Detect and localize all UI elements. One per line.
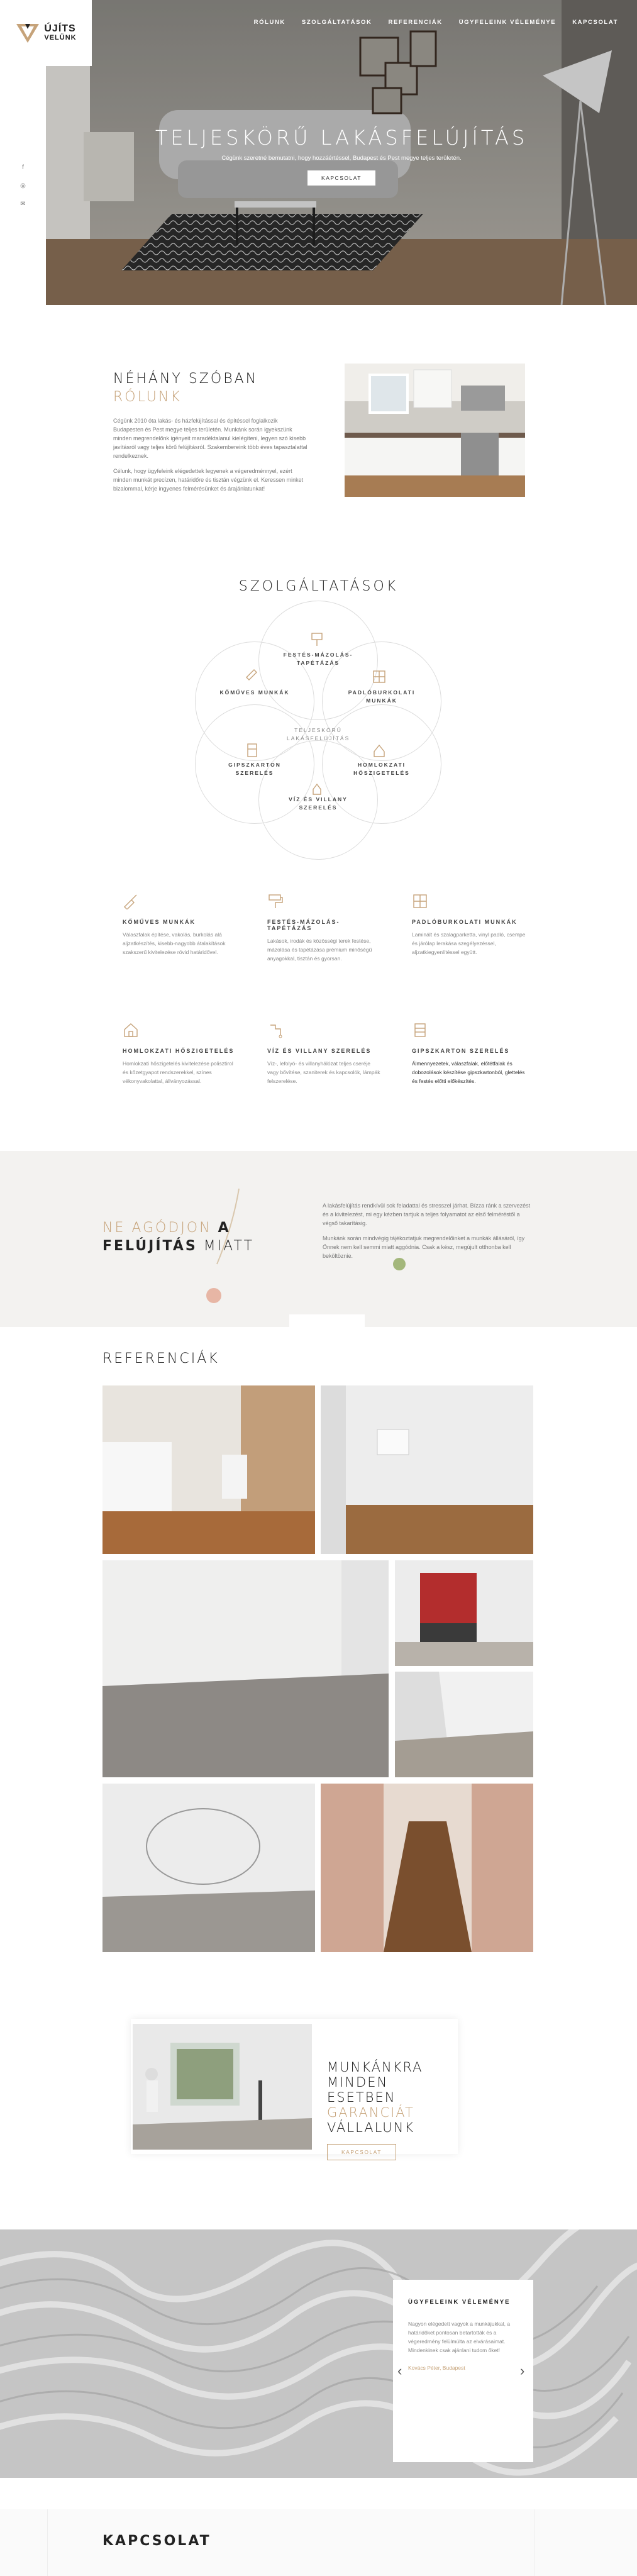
service-title: HOMLOKZATI HŐSZIGETELÉS <box>123 1048 235 1054</box>
logo-line1: ÚJÍTS <box>44 23 76 34</box>
testimonials-section: ÜGYFELEINK VÉLEMÉNYE Nagyon elégedett va… <box>0 2229 637 2478</box>
guarantee-contact-button[interactable]: KAPCSOLAT <box>327 2144 396 2160</box>
gallery-photo-grey-floor[interactable] <box>102 1560 389 1777</box>
service-title: KŐMŰVES MUNKÁK <box>123 919 196 925</box>
gallery-photo-ceiling-room[interactable] <box>102 1784 315 1952</box>
service-text: Válaszfalak építése, vakolás, burkolás a… <box>123 931 226 955</box>
about-paragraph-1: Cégünk 2010 óta lakás- és házfelújítássa… <box>113 418 307 459</box>
plumbing-icon <box>270 1024 282 1038</box>
floor-tiles-icon <box>413 894 427 908</box>
testimonial-prev-button[interactable]: ‹ <box>397 2363 402 2379</box>
hero-contact-button[interactable]: KAPCSOLAT <box>307 170 375 186</box>
nav-item-kapcsolat[interactable]: KAPCSOLAT <box>572 19 618 26</box>
trowel-icon <box>124 894 137 910</box>
service-item-homlokzat: HOMLOKZATI HŐSZIGETELÉS Homlokzati hőszi… <box>123 1022 236 1085</box>
worry-paragraph-2: Munkánk során mindvégig tájékoztatjuk me… <box>323 1235 525 1259</box>
service-item-festes: FESTÉS-MÁZOLÁS-TAPÉTÁZÁS Lakások, irodák… <box>267 893 380 963</box>
guarantee-card: MUNKÁNKRA MINDEN ESETBEN GARANCIÁT VÁLLA… <box>131 2019 458 2160</box>
logo-line2: VELÜNK <box>44 33 77 42</box>
worry-title-dark: A <box>218 1220 231 1236</box>
facade-icon <box>124 1023 138 1037</box>
plaster-texture-background <box>0 2229 637 2478</box>
services-circle-diagram: FESTÉS-MÁZOLÁS-TAPÉTÁZÁS KŐMŰVES MUNKÁK … <box>189 601 448 860</box>
references-title: REFERENCIÁK <box>102 1351 219 1367</box>
about-kitchen-photo <box>345 364 525 497</box>
service-text: Lakások, irodák és közösségi terek festé… <box>267 938 372 962</box>
service-title: VÍZ ÉS VILLANY SZERELÉS <box>267 1048 372 1054</box>
about-title-line2: RÓLUNK <box>113 389 182 405</box>
logo-mark-icon <box>16 23 40 43</box>
about-paragraph-2: Célunk, hogy ügyfeleink elégedettek legy… <box>113 468 304 492</box>
nav-item-szolgaltatasok[interactable]: SZOLGÁLTATÁSOK <box>302 19 372 26</box>
social-sidebar: f ◎ ✉ <box>0 66 46 305</box>
guarantee-photo <box>133 2024 312 2150</box>
guarantee-title-line1: MUNKÁNKRA MINDEN <box>327 2060 423 2090</box>
header: ÚJÍTS VELÜNK RÓLUNK SZOLGÁLTATÁSOK REFER… <box>0 0 637 66</box>
service-title: FESTÉS-MÁZOLÁS-TAPÉTÁZÁS <box>267 919 340 931</box>
gallery-photo-wooden-hallway[interactable] <box>321 1784 533 1952</box>
worry-paragraph-1: A lakásfelújítás rendkívül sok feladatta… <box>323 1202 531 1226</box>
paint-roller-icon <box>269 894 283 908</box>
testimonial-next-button[interactable]: › <box>520 2363 524 2379</box>
gallery-photo-hallway-light[interactable] <box>395 1672 533 1777</box>
drywall-icon <box>414 1023 426 1037</box>
email-icon[interactable]: ✉ <box>20 201 25 208</box>
instagram-icon[interactable]: ◎ <box>20 182 26 189</box>
testimonial-text: Nagyon elégedett vagyok a munkájukkal, a… <box>408 2321 511 2353</box>
service-item-komuves: KŐMŰVES MUNKÁK Válaszfalak építése, vako… <box>123 893 236 957</box>
worry-title-bold: FELÚJÍTÁS <box>102 1238 197 1254</box>
testimonial-card: ÜGYFELEINK VÉLEMÉNYE Nagyon elégedett va… <box>393 2280 533 2462</box>
guarantee-title-line3: VÁLLALUNK <box>327 2120 415 2135</box>
worry-title-gold: NE AGÓDJON <box>102 1220 212 1236</box>
service-text: Álmennyezetek, válaszfalak, előtétfalak … <box>412 1060 525 1084</box>
service-item-padlo: PADLÓBURKOLATI MUNKÁK Laminált és szalag… <box>412 893 531 957</box>
contact-title: KAPCSOLAT <box>102 2533 211 2549</box>
worry-title-end: MIATT <box>203 1238 255 1254</box>
gallery-photo-empty-room[interactable] <box>321 1385 533 1554</box>
nav-item-referenciak[interactable]: REFERENCIÁK <box>389 19 443 26</box>
service-text: Víz-, lefolyó- és villanyhálózat teljes … <box>267 1060 380 1084</box>
about-title-line1: NÉHÁNY SZÓBAN <box>113 371 258 387</box>
service-item-viz: VÍZ ÉS VILLANY SZERELÉS Víz-, lefolyó- é… <box>267 1022 380 1085</box>
service-title: PADLÓBURKOLATI MUNKÁK <box>412 919 518 925</box>
worry-background-photo <box>0 1151 637 1327</box>
service-item-gipsz: GIPSZKARTON SZERELÉS Álmennyezetek, vála… <box>412 1022 531 1085</box>
testimonial-title: ÜGYFELEINK VÉLEMÉNYE <box>408 2299 511 2306</box>
hero-title: TELJESKÖRŰ LAKÁSFELÚJÍTÁS <box>155 126 528 150</box>
about-section: NÉHÁNY SZÓBAN RÓLUNK Cégünk 2010 óta lak… <box>113 371 308 493</box>
facebook-icon[interactable]: f <box>22 164 24 171</box>
circle-icons <box>246 633 385 795</box>
service-title: GIPSZKARTON SZERELÉS <box>412 1048 510 1054</box>
hero-subtitle: Cégünk szeretné bemutatni, hogy hozzáért… <box>221 155 462 162</box>
worry-section: NE AGÓDJON A FELÚJÍTÁS MIATT A lakásfelú… <box>0 1151 637 1327</box>
gallery-photo-red-kitchen[interactable] <box>395 1560 533 1666</box>
guarantee-title-line2b: GARANCIÁT <box>327 2105 414 2120</box>
contact-section: KAPCSOLAT <box>0 2509 637 2576</box>
services-title: SZOLGÁLTATÁSOK <box>238 579 399 594</box>
main-nav: RÓLUNK SZOLGÁLTATÁSOK REFERENCIÁK ÜGYFEL… <box>254 19 618 26</box>
references-gallery <box>102 1385 533 1958</box>
nav-item-velemenyek[interactable]: ÜGYFELEINK VÉLEMÉNYE <box>459 19 556 26</box>
nav-item-rolunk[interactable]: RÓLUNK <box>254 19 285 26</box>
logo[interactable]: ÚJÍTS VELÜNK <box>0 0 92 66</box>
gallery-photo-bathroom[interactable] <box>102 1385 315 1554</box>
service-text: Laminált és szalagparketta, vinyl padló,… <box>412 931 526 955</box>
service-text: Homlokzati hőszigetelés kivitelezése pol… <box>123 1060 233 1084</box>
guarantee-title-line2a: ESETBEN <box>327 2090 396 2105</box>
testimonial-author: Kovács Péter, Budapest <box>408 2365 465 2371</box>
